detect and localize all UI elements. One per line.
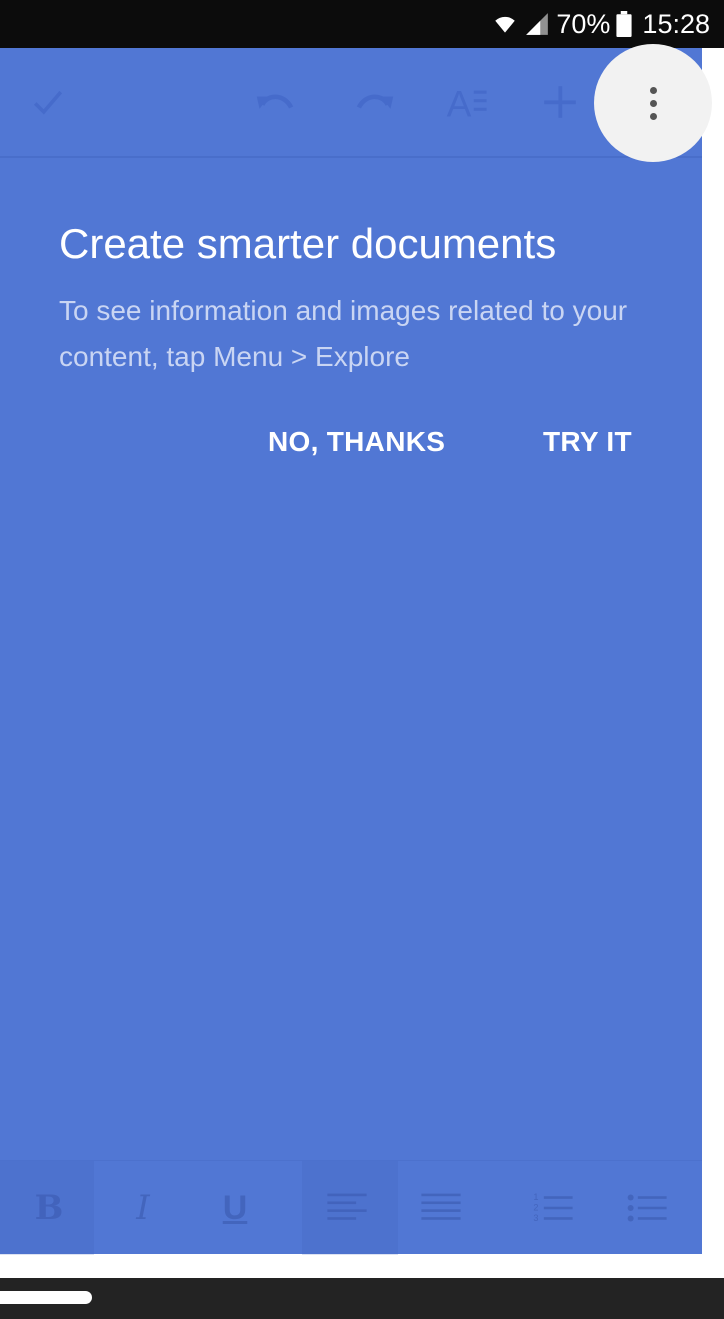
explore-tip-overlay: A Create smarter documents To see inform	[0, 44, 712, 1255]
home-handle[interactable]	[0, 1291, 92, 1304]
svg-text:A: A	[447, 82, 472, 122]
svg-text:2: 2	[533, 1203, 538, 1213]
navigation-bar	[0, 1278, 724, 1319]
signal-icon	[524, 12, 550, 36]
more-vert-icon	[649, 86, 657, 120]
screen: 70% 15:28 A Create smarter documents To …	[0, 0, 724, 1319]
bold-button[interactable]: B	[24, 1161, 74, 1255]
more-options-button[interactable]	[594, 44, 712, 162]
no-thanks-button[interactable]: NO, THANKS	[268, 426, 445, 458]
editor-toolbar: A	[0, 44, 712, 162]
svg-text:3: 3	[533, 1213, 538, 1223]
battery-icon	[616, 11, 633, 37]
numbered-list-icon[interactable]: 1 2 3	[528, 1161, 578, 1255]
align-left-icon[interactable]	[322, 1161, 372, 1255]
align-justify-icon[interactable]	[416, 1161, 466, 1255]
tip-title: Create smarter documents	[59, 220, 557, 267]
battery-percent: 70%	[556, 8, 611, 39]
svg-text:1: 1	[533, 1192, 538, 1202]
undo-icon[interactable]	[252, 78, 300, 126]
text-format-icon[interactable]: A	[444, 78, 492, 126]
underline-button[interactable]: U	[210, 1161, 260, 1255]
status-time: 15:28	[642, 8, 710, 39]
redo-icon[interactable]	[350, 78, 398, 126]
add-icon[interactable]	[536, 78, 584, 126]
bulleted-list-icon[interactable]	[622, 1161, 672, 1255]
wifi-icon	[492, 11, 518, 37]
check-icon[interactable]	[24, 78, 72, 126]
status-bar: 70% 15:28	[0, 0, 724, 48]
try-it-button[interactable]: TRY IT	[543, 426, 632, 458]
italic-button[interactable]: I	[118, 1161, 168, 1255]
format-toolbar: B I U 1 2 3	[0, 1160, 702, 1255]
tip-description: To see information and images related to…	[59, 295, 628, 372]
